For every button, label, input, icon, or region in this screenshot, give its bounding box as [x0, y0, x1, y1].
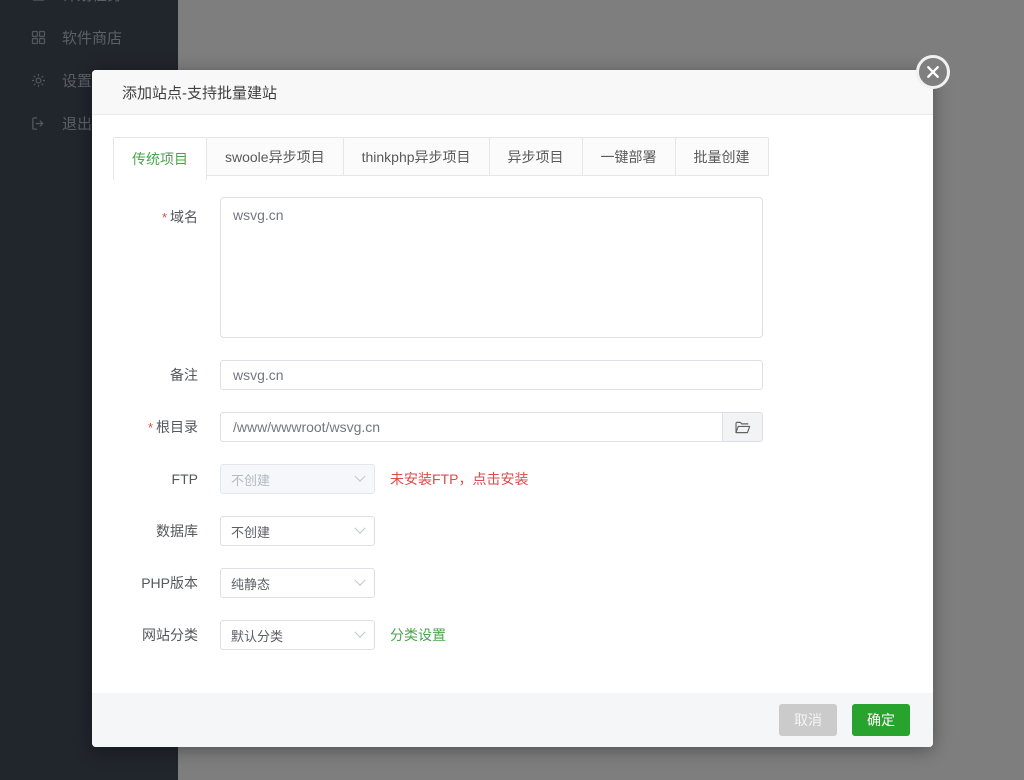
ftp-select[interactable]: 不创建 — [220, 464, 375, 494]
category-settings-link[interactable]: 分类设置 — [390, 625, 446, 645]
chevron-down-icon — [354, 471, 365, 482]
required-marker: * — [148, 420, 153, 435]
site-category-select-value: 默认分类 — [231, 626, 283, 645]
domain-label: *域名 — [113, 197, 198, 227]
site-category-select[interactable]: 默认分类 — [220, 620, 375, 650]
root-dir-label: *根目录 — [113, 417, 198, 437]
root-dir-row: *根目录 — [113, 412, 912, 442]
modal-footer: 取消 确定 — [92, 693, 933, 747]
add-site-modal: 添加站点-支持批量建站 传统项目 swoole异步项目 thinkphp异步项目… — [92, 70, 933, 747]
folder-icon — [734, 420, 751, 435]
root-dir-input-group — [220, 412, 763, 442]
tab-one-click-deploy[interactable]: 一键部署 — [582, 137, 676, 176]
database-select-value: 不创建 — [231, 522, 270, 541]
database-label: 数据库 — [113, 521, 198, 541]
modal-header: 添加站点-支持批量建站 — [92, 70, 933, 115]
confirm-button[interactable]: 确定 — [852, 704, 910, 736]
note-row: 备注 — [113, 360, 912, 390]
close-icon — [926, 65, 940, 79]
project-type-tabs: 传统项目 swoole异步项目 thinkphp异步项目 异步项目 一键部署 批… — [113, 137, 912, 180]
php-version-label: PHP版本 — [113, 573, 198, 593]
modal-title: 添加站点-支持批量建站 — [122, 82, 277, 103]
domain-textarea[interactable]: wsvg.cn — [220, 197, 763, 338]
ftp-label: FTP — [113, 471, 198, 487]
modal-close-button[interactable] — [916, 55, 950, 89]
chevron-down-icon — [354, 575, 365, 586]
tab-traditional-project[interactable]: 传统项目 — [113, 137, 207, 180]
tab-swoole-async-project[interactable]: swoole异步项目 — [206, 137, 344, 176]
database-row: 数据库 不创建 — [113, 516, 912, 546]
site-category-row: 网站分类 默认分类 分类设置 — [113, 620, 912, 650]
ftp-install-warning-link[interactable]: 未安装FTP，点击安装 — [390, 469, 528, 489]
php-version-select[interactable]: 纯静态 — [220, 568, 375, 598]
required-marker: * — [162, 210, 167, 225]
root-dir-input[interactable] — [220, 412, 723, 442]
note-label: 备注 — [113, 365, 198, 385]
tab-thinkphp-async-project[interactable]: thinkphp异步项目 — [343, 137, 490, 176]
ftp-row: FTP 不创建 未安装FTP，点击安装 — [113, 464, 912, 494]
cancel-button[interactable]: 取消 — [779, 704, 837, 736]
chevron-down-icon — [354, 523, 365, 534]
screen: 计划任务 软件商店 设置 退出 — [0, 0, 1024, 780]
ftp-select-value: 不创建 — [231, 470, 270, 489]
database-select[interactable]: 不创建 — [220, 516, 375, 546]
note-input[interactable] — [220, 360, 763, 390]
chevron-down-icon — [354, 627, 365, 638]
modal-body: 传统项目 swoole异步项目 thinkphp异步项目 异步项目 一键部署 批… — [92, 137, 933, 650]
domain-row: *域名 wsvg.cn — [113, 197, 912, 338]
php-version-select-value: 纯静态 — [231, 574, 270, 593]
browse-directory-button[interactable] — [723, 412, 763, 442]
tab-batch-create[interactable]: 批量创建 — [675, 137, 769, 176]
tab-async-project[interactable]: 异步项目 — [489, 137, 583, 176]
php-version-row: PHP版本 纯静态 — [113, 568, 912, 598]
site-category-label: 网站分类 — [113, 625, 198, 645]
add-site-form: *域名 wsvg.cn 备注 *根目录 — [113, 197, 912, 650]
